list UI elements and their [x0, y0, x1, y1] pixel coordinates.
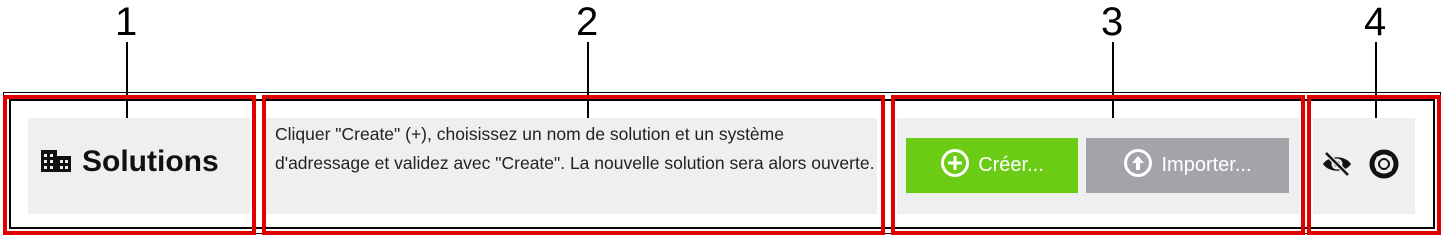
callout-number-3: 3: [1101, 0, 1124, 44]
highlight-box-actions: [891, 95, 1305, 235]
highlight-box-help: [262, 95, 885, 235]
highlight-box-tools: [1307, 95, 1441, 235]
callout-number-2: 2: [576, 0, 599, 44]
highlight-box-title: [3, 95, 256, 235]
callout-number-4: 4: [1364, 0, 1387, 44]
callout-number-1: 1: [115, 0, 138, 44]
